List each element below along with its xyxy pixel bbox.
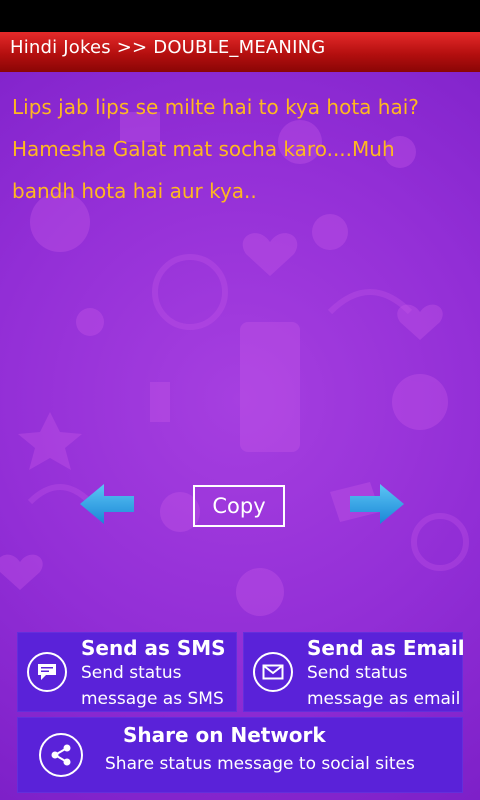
email-subtitle-line: message as email (307, 689, 461, 709)
joke-text: Lips jab lips se milte hai to kya hota h… (12, 86, 467, 212)
copy-button[interactable]: Copy (193, 485, 285, 527)
sms-subtitle-line: Send status (81, 663, 182, 683)
email-subtitle: Send status message as email (307, 660, 460, 712)
envelope-icon (253, 652, 293, 692)
previous-joke-button[interactable] (78, 482, 136, 526)
share-title: Share on Network (123, 723, 326, 747)
joke-line: bandh hota hai aur kya.. (12, 179, 257, 203)
arrow-left-icon (80, 484, 134, 524)
email-title: Send as Email (307, 636, 465, 660)
share-icon (39, 733, 83, 777)
share-subtitle: Share status message to social sites (105, 754, 415, 774)
content-area: Lips jab lips se milte hai to kya hota h… (0, 72, 480, 800)
joke-line: Hamesha Galat mat socha karo....Muh (12, 137, 395, 161)
send-email-button[interactable]: Send as Email Send status message as ema… (243, 632, 465, 712)
send-sms-button[interactable]: Send as SMS Send status message as SMS (17, 632, 237, 712)
email-subtitle-line: Send status (307, 663, 408, 683)
status-bar (0, 0, 480, 32)
arrow-right-icon (350, 484, 404, 524)
message-icon (27, 652, 67, 692)
app-header: Hindi Jokes >> DOUBLE_MEANING (0, 32, 480, 72)
joke-line: Lips jab lips se milte hai to kya hota h… (12, 95, 419, 119)
sms-title: Send as SMS (81, 636, 226, 660)
sms-subtitle: Send status message as SMS (81, 660, 224, 712)
share-network-button[interactable]: Share on Network Share status message to… (17, 717, 463, 793)
sms-subtitle-line: message as SMS (81, 689, 224, 709)
next-joke-button[interactable] (348, 482, 406, 526)
page-title: Hindi Jokes >> DOUBLE_MEANING (10, 37, 326, 58)
